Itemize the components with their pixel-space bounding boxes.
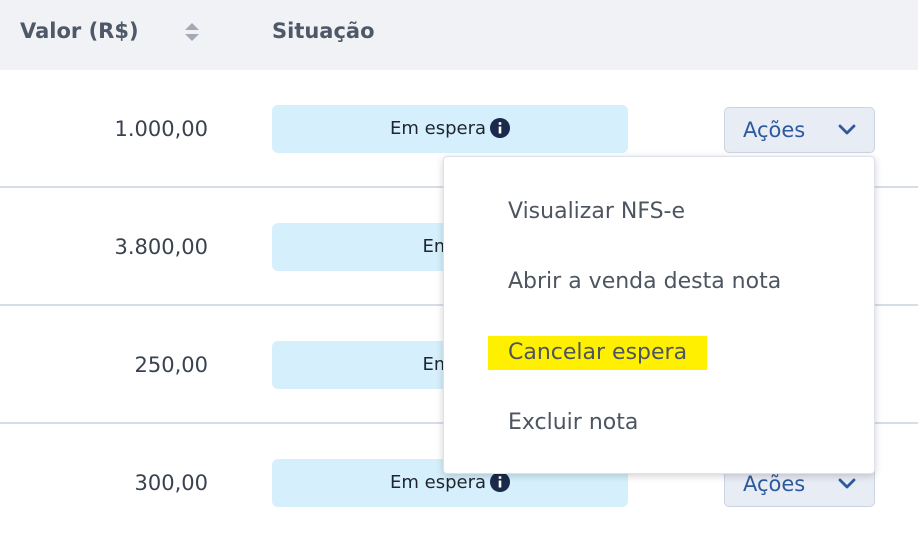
status-label: Em espera	[389, 472, 486, 493]
sort-icon[interactable]	[183, 20, 201, 44]
nfse-table: Valor (R$) Situação 1.000,00 Em espera A…	[0, 0, 918, 523]
acoes-button[interactable]: Ações	[724, 107, 875, 153]
acoes-label: Ações	[743, 472, 806, 496]
row-amount: 1.000,00	[114, 117, 208, 141]
chevron-down-icon	[838, 124, 856, 135]
chevron-down-icon	[838, 478, 856, 489]
status-badge: Em espera	[272, 105, 628, 153]
menu-item-abrir-venda[interactable]: Abrir a venda desta nota	[508, 265, 781, 299]
table-header: Valor (R$) Situação	[0, 0, 918, 70]
menu-item-excluir-nota[interactable]: Excluir nota	[508, 406, 638, 440]
column-header-situacao: Situação	[272, 19, 375, 43]
row-amount: 3.800,00	[114, 235, 208, 259]
info-icon[interactable]	[490, 118, 510, 138]
column-header-valor[interactable]: Valor (R$)	[20, 0, 139, 70]
acoes-label: Ações	[743, 118, 806, 142]
menu-item-cancelar-espera[interactable]: Cancelar espera	[488, 336, 708, 370]
menu-item-visualizar-nfse[interactable]: Visualizar NFS-e	[508, 195, 685, 229]
row-amount: 300,00	[134, 471, 208, 495]
row-amount: 250,00	[134, 353, 208, 377]
info-icon[interactable]	[490, 472, 510, 492]
status-label: Em espera	[389, 118, 486, 139]
acoes-dropdown-menu: Visualizar NFS-e Abrir a venda desta not…	[443, 156, 875, 474]
